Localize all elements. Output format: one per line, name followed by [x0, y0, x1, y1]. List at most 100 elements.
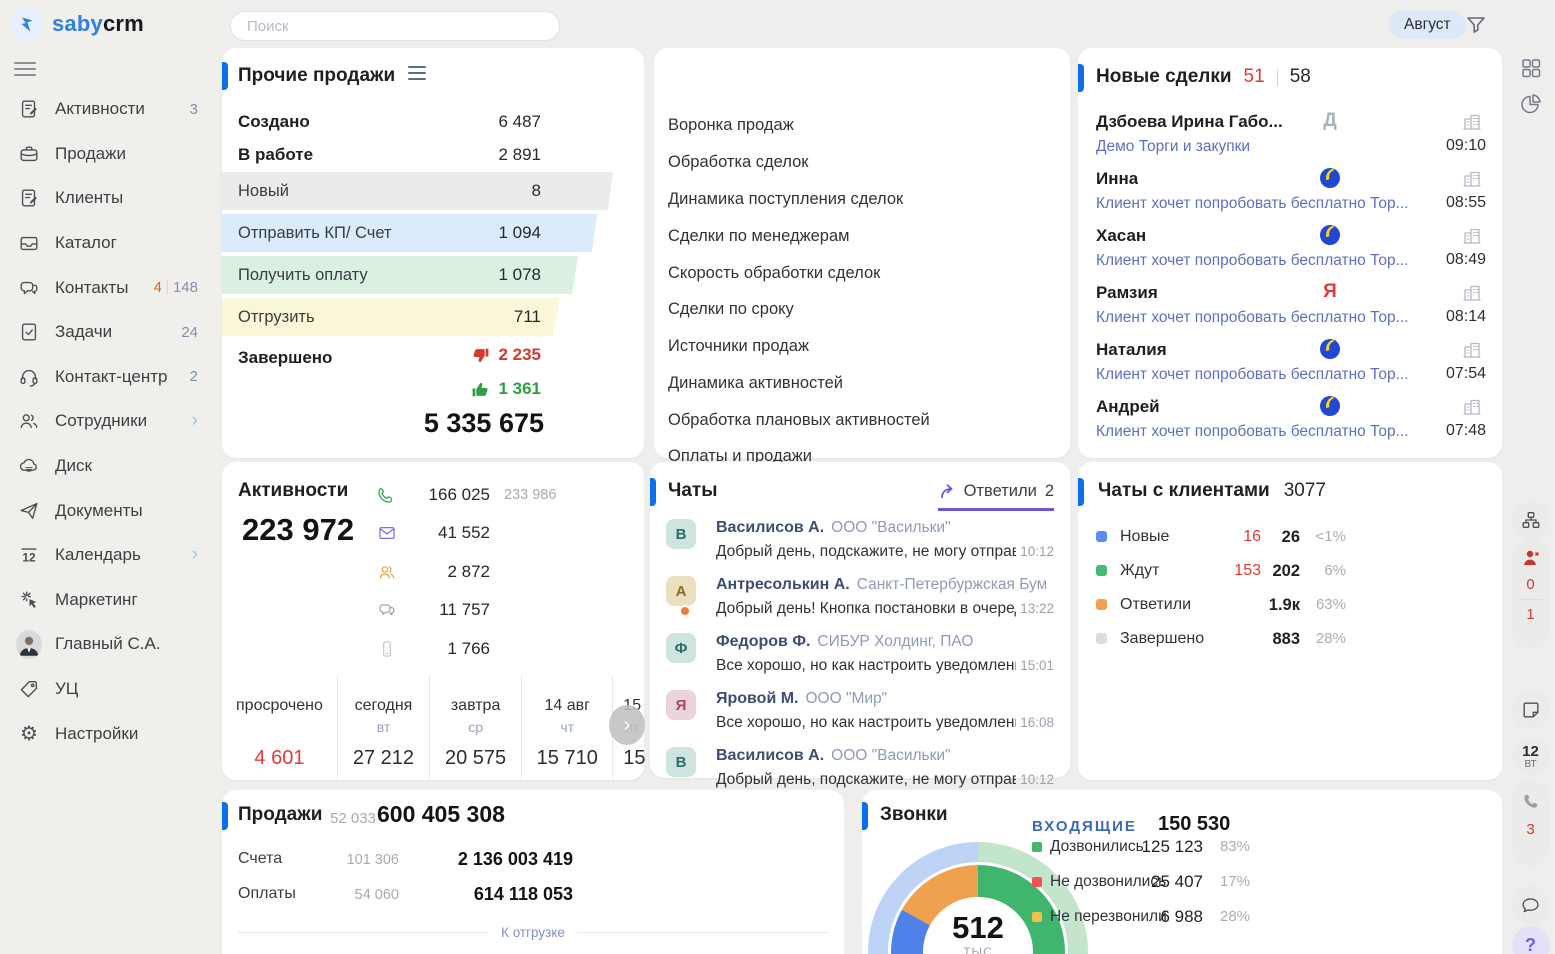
sidebar-item-contacts[interactable]: Контакты 4148	[0, 265, 218, 310]
daycol-overdue[interactable]: просрочено 4 601	[222, 675, 337, 780]
daycol-tomorrow[interactable]: завтра ср 20 575	[429, 675, 521, 780]
funnel-row-ship[interactable]: Отгрузить 711	[222, 298, 644, 336]
funnel-row-inwork[interactable]: В работе 2 891	[222, 138, 644, 171]
client-chats-row-waiting[interactable]: Ждут 153 202 6%	[1078, 556, 1502, 586]
legend-row-not-reached[interactable]: Не дозвонились 25 407 17%	[862, 872, 1502, 892]
days-next-button[interactable]: ›	[609, 705, 645, 745]
funnel-row-new[interactable]: Новый 8	[222, 172, 644, 210]
chats-title[interactable]: Чаты	[668, 480, 717, 502]
sidebar-item-tasks[interactable]: Задачи 24	[0, 310, 218, 355]
source-letter-icon: Д	[1318, 110, 1342, 132]
chevron-right-icon[interactable]: ›	[192, 410, 198, 432]
activities-title[interactable]: Активности	[238, 480, 348, 502]
filter-icon[interactable]	[1464, 13, 1488, 42]
sidebar-item-clients[interactable]: Клиенты	[0, 176, 218, 221]
dashboard-grid-icon[interactable]	[1520, 57, 1542, 84]
legend-swatch	[1032, 912, 1042, 922]
contacts-counter-widget[interactable]: 0 1	[1512, 539, 1550, 649]
metric-meetings[interactable]: 2 872	[372, 559, 490, 585]
other-sales-card: Прочие продажи Создано 6 487 В работе 2 …	[222, 48, 644, 458]
sidebar-item-employees[interactable]: Сотрудники ›	[0, 399, 218, 444]
sidebar-item-uc[interactable]: УЦ	[0, 667, 218, 712]
funnel-row-get-payment[interactable]: Получить оплату 1 078	[222, 256, 644, 294]
client-chats-title[interactable]: Чаты с клиентами	[1098, 480, 1270, 502]
sidebar-item-calendar[interactable]: 12 Календарь ›	[0, 533, 218, 578]
sidebar-item-marketing[interactable]: Маркетинг	[0, 578, 218, 623]
org-structure-icon[interactable]	[1512, 501, 1550, 539]
incoming-label[interactable]: ВХОДЯЩИЕ	[1032, 818, 1137, 835]
funnel-total[interactable]: 5 335 675	[424, 408, 544, 439]
sidebar-item-disk[interactable]: Диск	[0, 444, 218, 489]
deal-row[interactable]: Рамзия Я Клиент хочет попробовать беспла…	[1096, 283, 1486, 335]
sidebar-item-catalog[interactable]: Каталог	[0, 221, 218, 266]
pie-chart-icon[interactable]	[1519, 92, 1542, 120]
right-rail: 0 1 12ВТ 3 ?	[1506, 0, 1555, 954]
legend-row-reached[interactable]: Дозвонились 125 123 83%	[862, 837, 1502, 857]
sidebar-item-profile[interactable]: Главный С.А.	[0, 622, 218, 667]
building-icon	[1462, 397, 1482, 422]
calls-card: Звонки 512 ТЫС ВХОДЯЩИЕ 150 530 Дозвонил…	[862, 790, 1502, 954]
app-logo[interactable]: sabycrm	[10, 7, 144, 41]
report-link-deal-processing[interactable]: Обработка сделок	[668, 153, 809, 172]
report-link-deals-by-term[interactable]: Сделки по сроку	[668, 300, 794, 319]
report-link-sales-sources[interactable]: Источники продаж	[668, 337, 809, 356]
missed-calls-widget[interactable]: 3	[1512, 780, 1550, 866]
client-chats-row-answered[interactable]: Ответили 1.9к 63%	[1078, 590, 1502, 620]
sales-title[interactable]: Продажи	[238, 804, 322, 826]
metric-chats[interactable]: 11 757	[372, 597, 490, 623]
calendar-day-widget[interactable]: 12ВТ	[1512, 738, 1550, 776]
reply-arrow-icon	[938, 483, 956, 501]
client-chats-row-finished[interactable]: Завершено 883 28%	[1078, 624, 1502, 654]
deal-row[interactable]: Андрей Клиент хочет попробовать бесплатн…	[1096, 397, 1486, 449]
report-link-activity-dynamics[interactable]: Динамика активностей	[668, 374, 843, 393]
sidebar-item-activities[interactable]: Активности 3	[0, 87, 218, 132]
chat-row[interactable]: Ф Федоров Ф.СИБУР Холдинг, ПАО Все хорош…	[666, 632, 1056, 684]
chat-row[interactable]: А Антресолькин А.Санкт-Петербуржская Бум…	[666, 575, 1056, 627]
sales-total: 600 405 308	[377, 801, 505, 828]
chat-bubble-icon[interactable]	[1512, 886, 1550, 924]
chevron-right-icon[interactable]: ›	[192, 544, 198, 566]
metric-mobile[interactable]: 1 766	[372, 636, 490, 662]
new-deals-title[interactable]: Новые сделки	[1096, 66, 1232, 88]
menu-burger-icon[interactable]	[14, 58, 36, 80]
other-sales-title[interactable]: Прочие продажи	[238, 65, 395, 87]
sidebar-item-settings[interactable]: ⚙ Настройки	[0, 711, 218, 756]
report-link-planned-activities[interactable]: Обработка плановых активностей	[668, 411, 930, 430]
funnel-row-send-offer[interactable]: Отправить КП/ Счет 1 094	[222, 214, 644, 252]
metric-emails[interactable]: 41 552	[372, 520, 490, 546]
period-selector[interactable]: Август	[1389, 10, 1466, 39]
deal-row[interactable]: Наталия Клиент хочет попробовать бесплат…	[1096, 340, 1486, 392]
legend-row-not-called-back[interactable]: Не перезвонили 6 988 28%	[862, 907, 1502, 927]
deal-row[interactable]: Хасан Клиент хочет попробовать бесплатно…	[1096, 226, 1486, 278]
chat-row[interactable]: В Василисов А.ООО "Васильки" Добрый день…	[666, 518, 1056, 570]
note-icon[interactable]	[1512, 691, 1550, 729]
completed-negative[interactable]: 2 235	[471, 340, 541, 370]
help-icon[interactable]: ?	[1512, 926, 1550, 954]
card-accent-bar	[650, 478, 656, 506]
metric-calls[interactable]: 166 025 233 986	[372, 482, 556, 508]
avatar: Ф	[666, 633, 696, 663]
funnel-menu-icon[interactable]	[407, 64, 427, 87]
avatar: В	[666, 747, 696, 777]
funnel-row-created[interactable]: Создано 6 487	[222, 105, 644, 138]
report-link-deals-by-manager[interactable]: Сделки по менеджерам	[668, 227, 850, 246]
card-accent-bar	[222, 802, 228, 830]
chat-row[interactable]: Я Яровой М.ООО "Мир" Все хорошо, но как …	[666, 689, 1056, 741]
report-link-processing-speed[interactable]: Скорость обработки сделок	[668, 264, 880, 283]
to-ship-toggle[interactable]: К отгрузке	[238, 925, 828, 940]
deal-row[interactable]: Инна Клиент хочет попробовать бесплатно …	[1096, 169, 1486, 221]
search-input[interactable]	[230, 11, 560, 41]
completed-positive[interactable]: 1 361	[471, 374, 541, 404]
activities-total: 223 972	[242, 512, 354, 548]
calls-title[interactable]: Звонки	[880, 804, 948, 826]
report-link-deal-inflow[interactable]: Динамика поступления сделок	[668, 190, 903, 209]
daycol-today[interactable]: сегодня вт 27 212	[337, 675, 429, 780]
client-chats-row-new[interactable]: Новые 16 26 <1%	[1078, 522, 1502, 552]
sidebar-item-documents[interactable]: Документы	[0, 488, 218, 533]
sidebar-item-sales[interactable]: Продажи	[0, 132, 218, 177]
daycol-aug14[interactable]: 14 авг чт 15 710	[521, 675, 612, 780]
report-link-sales-funnel[interactable]: Воронка продаж	[668, 116, 794, 135]
deal-row[interactable]: Дзбоева Ирина Габо... Д Демо Торги и зак…	[1096, 112, 1486, 164]
replied-tab[interactable]: Ответили 2	[938, 482, 1054, 511]
sidebar-item-contact-center[interactable]: Контакт-центр 2	[0, 355, 218, 400]
